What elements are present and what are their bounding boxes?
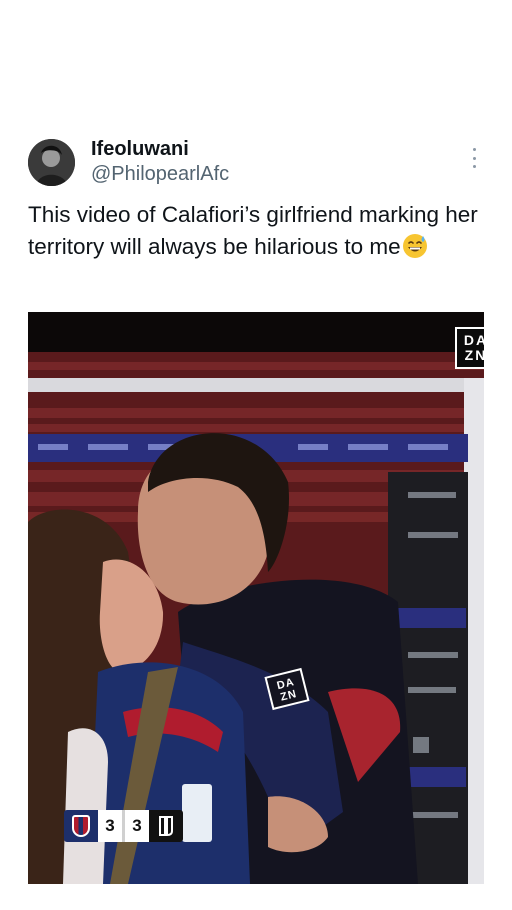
- grinning-face-with-sweat-emoji: [402, 233, 428, 259]
- scoreboard: 3 3: [64, 810, 183, 842]
- user-handle[interactable]: @PhilopearlAfc: [91, 163, 229, 186]
- bologna-crest-icon: [64, 810, 98, 842]
- tweet-text: This video of Calafiori’s girlfriend mar…: [28, 199, 488, 263]
- dazn-watermark: DA ZN: [455, 327, 484, 369]
- home-score: 3: [98, 810, 122, 842]
- avatar[interactable]: [28, 139, 75, 186]
- video-frame: [28, 312, 484, 884]
- juventus-logo-icon: [149, 810, 183, 842]
- avatar-portrait-icon: [28, 139, 75, 186]
- tweet: Ifeoluwani @PhilopearlAfc This video of …: [0, 0, 512, 910]
- dazn-line-2: ZN: [464, 347, 484, 363]
- display-name[interactable]: Ifeoluwani: [91, 138, 189, 161]
- more-vertical-icon[interactable]: [466, 148, 482, 168]
- dazn-line-1: DA: [463, 332, 484, 348]
- video-media[interactable]: DA ZN DA ZN 3 3: [28, 312, 484, 884]
- away-score: 3: [125, 810, 149, 842]
